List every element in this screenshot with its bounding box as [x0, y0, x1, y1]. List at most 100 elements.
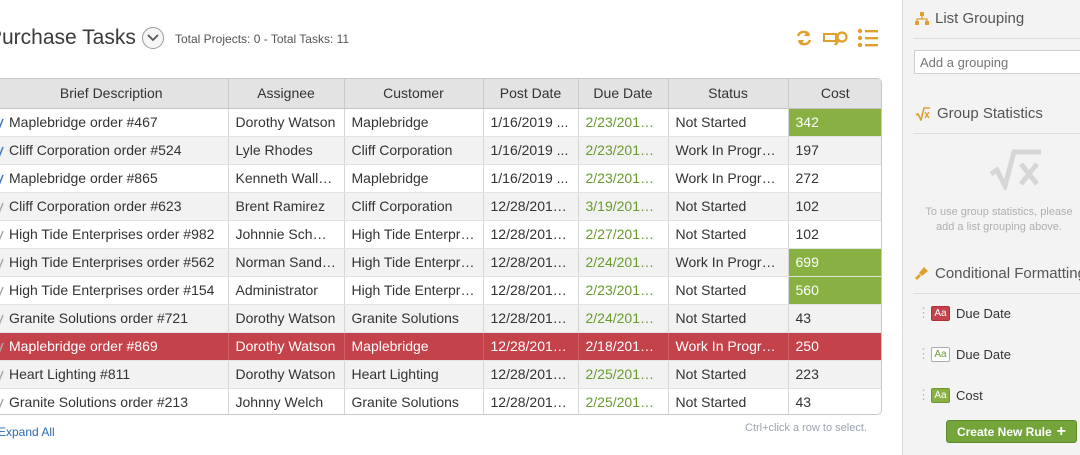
rule-style-badge: Aa [931, 346, 950, 362]
task-icon [0, 229, 4, 241]
cell-due-date: 2/24/2019 ... [578, 304, 669, 333]
cell-cost: 43 [788, 304, 881, 333]
cell-post-date: 12/28/2018... [483, 248, 579, 277]
task-description: Heart Lighting #811 [9, 366, 131, 382]
chevron-down-icon [147, 34, 159, 42]
refresh-icon[interactable] [793, 26, 815, 55]
cell-status: Not Started [668, 360, 789, 389]
cell-assignee: Johnny Welch [228, 388, 345, 414]
group-statistics-header[interactable]: Group Statistics [915, 105, 1043, 122]
task-icon [0, 117, 4, 129]
drag-handle-icon[interactable]: ⋮⋮ [917, 305, 941, 321]
column-header-customer[interactable]: Customer [344, 79, 484, 109]
cell-assignee: Norman Sandoval [228, 248, 345, 277]
task-description: Cliff Corporation order #623 [9, 198, 182, 214]
main-panel: Purchase Tasks Total Projects: 0 - Total… [0, 0, 902, 455]
table-row[interactable]: Cliff Corporation order #524 Lyle Rhodes C… [0, 136, 881, 165]
cell-status: Not Started [668, 276, 789, 305]
title-dropdown-button[interactable] [142, 27, 164, 49]
cell-customer: Maplebridge [344, 332, 484, 361]
column-header-due-date[interactable]: Due Date [578, 79, 669, 109]
task-icon [0, 285, 4, 297]
cell-assignee: Brent Ramirez [228, 192, 345, 221]
cell-due-date: 3/19/2019 ... [578, 192, 669, 221]
cell-cost: 43 [788, 388, 881, 414]
cell-description: Granite Solutions order #213 [0, 388, 229, 414]
table-row[interactable]: Granite Solutions order #721 Dorothy Wats… [0, 304, 881, 333]
cell-post-date: 1/16/2019 ... [483, 108, 579, 137]
cell-cost: 197 [788, 136, 881, 165]
sidebar: List Grouping Group Statistics To use gr… [902, 0, 1080, 455]
column-header-status[interactable]: Status [668, 79, 789, 109]
rule-style-badge: Aa [931, 387, 950, 403]
cell-customer: Maplebridge [344, 108, 484, 137]
cell-status: Work In Progress [668, 164, 789, 193]
square-root-icon [915, 106, 930, 121]
cell-status: Not Started [668, 304, 789, 333]
table-row[interactable]: Maplebridge order #467 Dorothy Watson Mapl… [0, 108, 881, 137]
task-summary: Total Projects: 0 - Total Tasks: 11 [175, 32, 350, 46]
cell-description: Cliff Corporation order #623 [0, 192, 229, 221]
table-row[interactable]: Maplebridge order #865 Kenneth Wallace Map… [0, 164, 881, 193]
cell-description: Maplebridge order #467 [0, 108, 229, 137]
table-row[interactable]: High Tide Enterprises order #982 Johnnie … [0, 220, 881, 249]
formatting-rule[interactable]: ⋮⋮ Aa Cost [917, 384, 983, 406]
cell-due-date: 2/27/2019 ... [578, 220, 669, 249]
cell-status: Not Started [668, 388, 789, 414]
grouping-input[interactable] [914, 50, 1080, 74]
cell-cost: 342 [788, 108, 881, 137]
cell-assignee: Administrator [228, 276, 345, 305]
list-grouping-title: List Grouping [935, 10, 1025, 27]
conditional-formatting-header[interactable]: Conditional Formatting [915, 265, 1080, 282]
list-grouping-header[interactable]: List Grouping [915, 10, 1024, 27]
column-header-brief-description[interactable]: Brief Description [0, 79, 229, 109]
cell-post-date: 12/28/2018... [483, 388, 579, 414]
task-icon [0, 313, 4, 325]
column-header-cost[interactable]: Cost [788, 79, 881, 109]
cell-due-date: 2/23/2019 ... [578, 276, 669, 305]
task-icon [0, 397, 4, 409]
cell-cost: 102 [788, 220, 881, 249]
table-row[interactable]: Cliff Corporation order #623 Brent Ramire… [0, 192, 881, 221]
list-options-icon[interactable] [856, 26, 880, 55]
plus-icon: + [1056, 422, 1067, 440]
table-row[interactable]: Granite Solutions order #213 Johnny Welch… [0, 388, 881, 414]
expand-all-link[interactable]: Expand All [0, 425, 55, 439]
cell-assignee: Kenneth Wallace [228, 164, 345, 193]
rule-label: Due Date [956, 346, 1011, 362]
cell-post-date: 12/28/2018... [483, 332, 579, 361]
cell-status: Not Started [668, 192, 789, 221]
task-description: High Tide Enterprises order #154 [9, 282, 215, 298]
task-icon [0, 145, 4, 157]
formatting-rule[interactable]: ⋮⋮ Aa Due Date [917, 302, 1011, 324]
task-description: Maplebridge order #467 [9, 114, 158, 130]
task-icon [0, 369, 4, 381]
drag-handle-icon[interactable]: ⋮⋮ [917, 346, 941, 362]
column-header-post-date[interactable]: Post Date [483, 79, 579, 109]
table-row[interactable]: Heart Lighting #811 Dorothy Watson Heart L… [0, 360, 881, 389]
column-header-assignee[interactable]: Assignee [228, 79, 345, 109]
task-description: Granite Solutions order #721 [9, 310, 188, 326]
square-root-placeholder-icon [989, 149, 1041, 190]
formatting-rule[interactable]: ⋮⋮ Aa Due Date [917, 343, 1011, 365]
cell-customer: High Tide Enterprises [344, 248, 484, 277]
create-new-rule-button[interactable]: Create New Rule + [946, 420, 1077, 443]
cell-customer: Heart Lighting [344, 360, 484, 389]
drag-handle-icon[interactable]: ⋮⋮ [917, 387, 941, 403]
cell-description: High Tide Enterprises order #154 [0, 276, 229, 305]
table-row[interactable]: High Tide Enterprises order #562 Norman S… [0, 248, 881, 277]
table-row[interactable]: High Tide Enterprises order #154 Administ… [0, 276, 881, 305]
cell-status: Work In Progress [668, 332, 789, 361]
cell-post-date: 1/16/2019 ... [483, 136, 579, 165]
cell-customer: Cliff Corporation [344, 136, 484, 165]
divider [913, 38, 1080, 39]
paint-brush-icon [915, 267, 928, 280]
table-row[interactable]: Maplebridge order #869 Dorothy Watson Mapl… [0, 332, 881, 361]
cell-customer: Granite Solutions [344, 304, 484, 333]
cell-description: Maplebridge order #869 [0, 332, 229, 361]
cell-description: High Tide Enterprises order #562 [0, 248, 229, 277]
hierarchy-icon [915, 11, 929, 25]
filter-search-icon[interactable] [822, 26, 850, 55]
cell-status: Not Started [668, 108, 789, 137]
group-statistics-title: Group Statistics [937, 105, 1043, 122]
